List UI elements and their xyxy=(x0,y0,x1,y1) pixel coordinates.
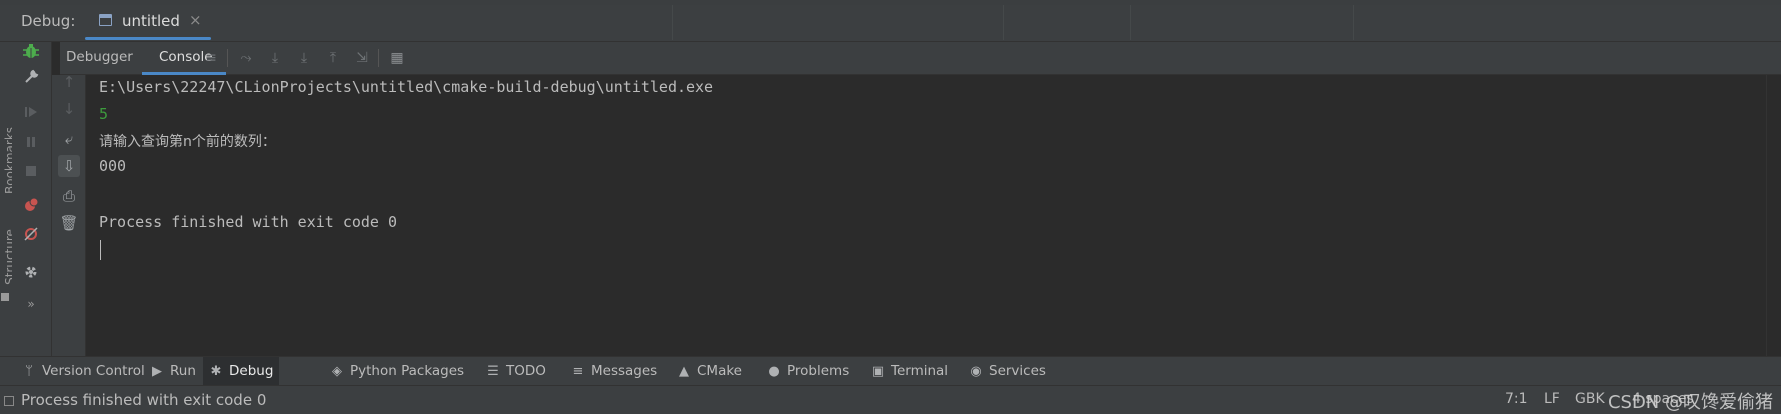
console-line-output: 000 xyxy=(99,157,127,175)
status-bar: Process finished with exit code 0 7:1 LF… xyxy=(0,385,1781,414)
arrow-up-icon[interactable]: ↑ xyxy=(58,71,80,93)
triangle-icon: ▲ xyxy=(679,364,689,379)
caret-position[interactable]: 7:1 xyxy=(1505,391,1528,407)
tool-python-packages[interactable]: ◈ Python Packages xyxy=(330,357,464,385)
csdn-watermark: CSDN @叹馋爱偷猪 xyxy=(1607,392,1773,413)
console-line-user-input: 5 xyxy=(99,105,109,123)
evaluate-expression-icon[interactable]: ▦ xyxy=(388,50,406,66)
run-config-tab-untitled[interactable]: untitled × xyxy=(85,6,211,40)
pause-icon[interactable] xyxy=(21,133,41,153)
services-icon: ◉ xyxy=(970,364,982,379)
text-caret xyxy=(100,240,101,260)
print-icon[interactable]: ⎙ xyxy=(58,185,80,207)
play-icon: ▶ xyxy=(152,364,162,379)
tool-debug[interactable]: ✱ Debug xyxy=(203,357,280,385)
bug-icon: ✱ xyxy=(210,364,222,379)
debug-label: Debug: xyxy=(21,12,76,30)
messages-icon: ≡ xyxy=(572,364,584,379)
mute-breakpoints-icon[interactable] xyxy=(21,226,41,246)
status-toggle-icon[interactable] xyxy=(4,396,14,406)
console-line-exit-message: Process finished with exit code 0 xyxy=(99,213,398,231)
resume-icon[interactable] xyxy=(21,104,41,124)
branch-icon: ᛘ xyxy=(25,364,33,379)
wrench-icon[interactable] xyxy=(21,69,41,89)
list-icon: ☰ xyxy=(487,364,499,379)
close-icon[interactable]: × xyxy=(189,11,202,29)
hamburger-icon[interactable]: ≡ xyxy=(202,50,220,66)
tool-version-control[interactable]: ᛘ Version Control xyxy=(22,357,145,385)
run-to-cursor-icon[interactable]: ⇲ xyxy=(353,50,371,66)
tool-services[interactable]: ◉ Services xyxy=(969,357,1046,385)
console-scrollbar[interactable] xyxy=(1766,75,1781,356)
more-icon[interactable]: » xyxy=(21,294,41,314)
settings-icon[interactable] xyxy=(21,264,41,284)
view-breakpoints-icon[interactable] xyxy=(21,197,41,217)
scroll-to-end-icon[interactable]: ⇩ xyxy=(58,155,80,177)
console-line-exe-path: E:\Users\22247\CLionProjects\untitled\cm… xyxy=(99,78,714,96)
show-execution-point-icon[interactable]: ⤳ xyxy=(237,50,255,66)
arrow-down-icon[interactable]: ↓ xyxy=(58,98,80,120)
soft-wrap-icon[interactable]: ⤶ xyxy=(58,128,80,150)
tool-window-bar: ᛘ Version Control ▶ Run ✱ Debug ◈ Python Pac… xyxy=(0,356,1781,385)
step-out-icon[interactable]: ⤒ xyxy=(324,50,342,66)
tab-active-underline xyxy=(85,37,211,40)
debugger-toolbar: Debugger Console ≡ ⤳ ⤓ ⤓ ⤒ ⇲ ▦ xyxy=(60,42,1781,75)
structure-icon xyxy=(1,293,9,301)
tool-todo[interactable]: ☰ TODO xyxy=(486,357,546,385)
tool-problems[interactable]: ● Problems xyxy=(767,357,849,385)
terminal-icon: ▣ xyxy=(871,364,885,379)
console-actions-column: ↑ ↓ ⤶ ⇩ ⎙ 🗑 xyxy=(52,73,86,356)
debug-actions-column: » xyxy=(12,42,52,356)
trash-icon[interactable]: 🗑 xyxy=(58,212,80,234)
layers-icon: ◈ xyxy=(332,364,342,379)
debug-tab-bar: Debug: untitled × xyxy=(0,0,1781,42)
console-output[interactable]: E:\Users\22247\CLionProjects\untitled\cm… xyxy=(86,75,1781,356)
window-icon xyxy=(99,14,112,26)
tool-messages[interactable]: ≡ Messages xyxy=(571,357,658,385)
step-into-icon[interactable]: ⤓ xyxy=(295,50,313,66)
step-over-icon[interactable]: ⤓ xyxy=(266,50,284,66)
bug-icon[interactable] xyxy=(21,42,41,62)
console-line-prompt: 请输入查询第n个前的数列： xyxy=(99,134,276,150)
stop-icon[interactable] xyxy=(21,162,41,182)
info-icon: ● xyxy=(768,364,780,379)
tool-terminal[interactable]: ▣ Terminal xyxy=(871,357,948,385)
tab-label: untitled xyxy=(122,12,180,30)
line-ending[interactable]: LF xyxy=(1544,391,1560,407)
status-message: Process finished with exit code 0 xyxy=(21,391,267,409)
tool-run[interactable]: ▶ Run xyxy=(150,357,196,385)
file-encoding[interactable]: GBK xyxy=(1575,391,1605,407)
tab-debugger[interactable]: Debugger xyxy=(66,49,133,65)
tool-cmake[interactable]: ▲ CMake xyxy=(677,357,742,385)
